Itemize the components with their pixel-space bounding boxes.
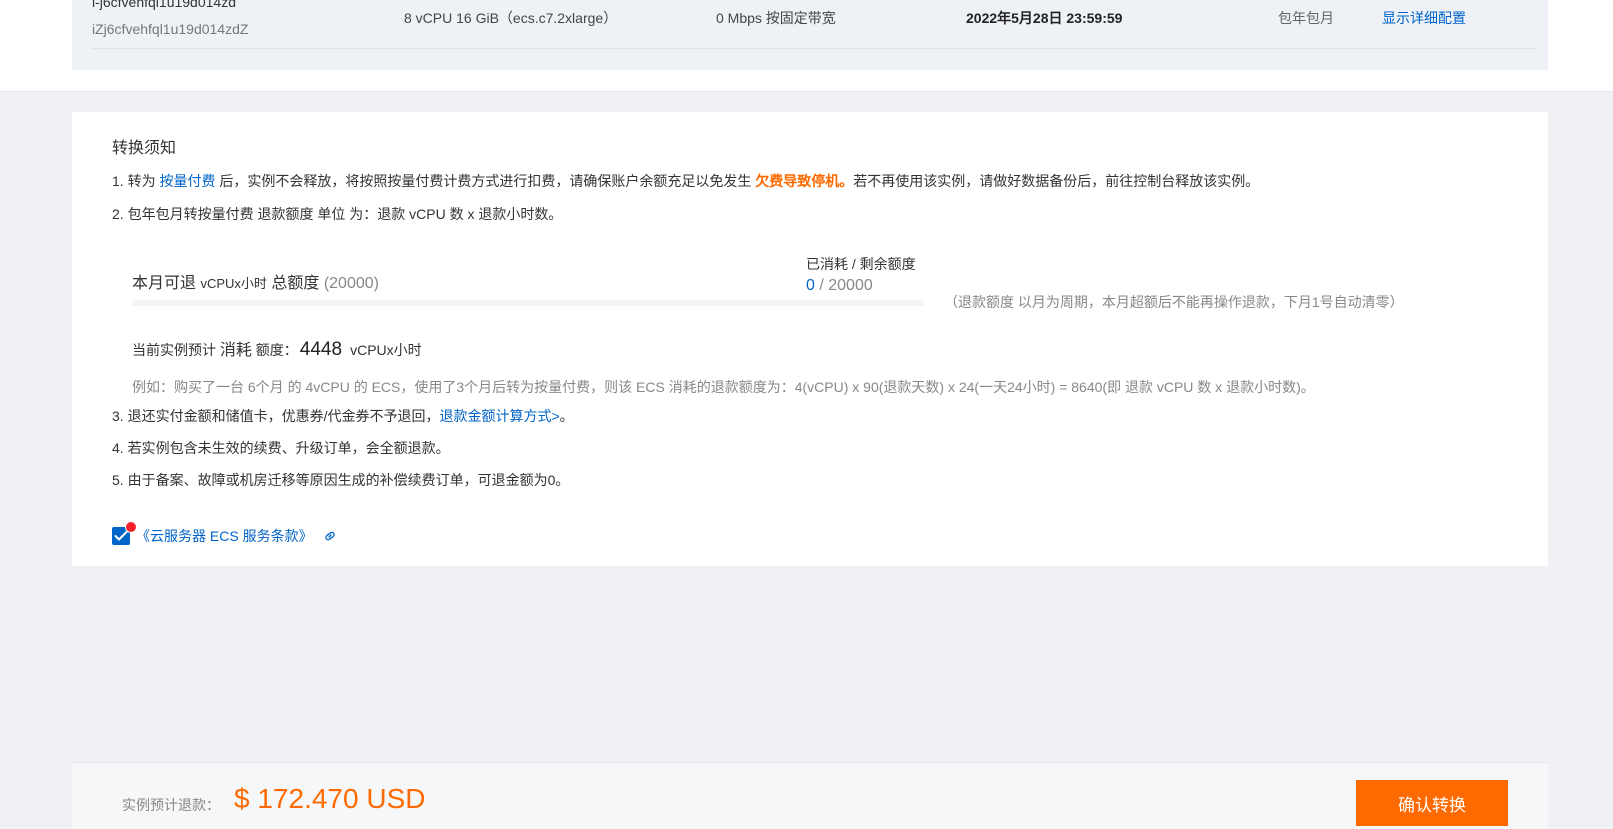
notice-item-1-middle: 后，实例不会释放，将按照按量付费计费方式进行扣费，请确保账户余额充足以免发生 — [215, 173, 756, 189]
checkmark-icon — [114, 531, 128, 541]
external-link-icon[interactable] — [323, 529, 337, 543]
pay-as-you-go-link[interactable]: 按量付费 — [159, 173, 215, 189]
quota-label-prefix: 本月可退 — [132, 275, 201, 292]
row-divider — [92, 48, 1536, 49]
estimated-refund-amount: $ 172.470 USD — [234, 783, 426, 814]
notice-item-3: 3. 退还实付金额和储值卡，优惠券/代金券不予退回，退款金额计算方式>。 — [112, 406, 574, 426]
quota-separator: / — [814, 277, 829, 294]
notice-item-5: 5. 由于备案、故障或机房迁移等原因生成的补偿续费订单，可退金额为0。 — [112, 472, 570, 488]
conversion-notice-card: 转换须知 1. 转为 按量付费 后，实例不会释放，将按照按量付费计费方式进行扣费… — [72, 112, 1548, 566]
instance-bandwidth: 0 Mbps 按固定带宽 — [716, 10, 836, 26]
show-detail-config-link[interactable]: 显示详细配置 — [1382, 8, 1466, 28]
quota-label-unit: vCPUx小时 — [200, 276, 267, 291]
quota-period-hint: （退款额度 以月为周期，本月超额后不能再操作退款，下月1号自动清零） — [944, 294, 1404, 310]
notice-item-4: 4. 若实例包含未生效的续费、升级订单，会全额退款。 — [112, 440, 450, 456]
notice-item-1: 1. 转为 按量付费 后，实例不会释放，将按照按量付费计费方式进行扣费，请确保账… — [112, 171, 1259, 191]
quota-used: 0 — [806, 277, 815, 294]
notice-item-1-suffix: 若不再使用该实例，请做好数据备份后，前往控制台释放该实例。 — [853, 173, 1260, 189]
notice-item-3-suffix: 。 — [559, 408, 574, 424]
monthly-quota-label: 本月可退 vCPUx小时 总额度 (20000) — [132, 269, 379, 293]
quota-label-suffix: 总额度 — [266, 275, 324, 292]
terms-agreement: 《云服务器 ECS 服务条款》 — [112, 521, 337, 546]
notice-item-2: 2. 包年包月转按量付费 退款额度 单位 为：退款 vCPU 数 x 退款小时数… — [112, 206, 563, 222]
notice-item-3-text: 3. 退还实付金额和储值卡，优惠券/代金券不予退回， — [112, 408, 440, 424]
confirm-conversion-button[interactable]: 确认转换 — [1356, 780, 1508, 826]
ecs-terms-link[interactable]: 《云服务器 ECS 服务条款》 — [136, 526, 313, 546]
instance-billing-type: 包年包月 — [1278, 10, 1334, 26]
instance-name: iZj6cfvehfql1u19d014zdZ — [92, 21, 249, 37]
estimate-value: 4448 — [299, 339, 343, 360]
quota-remaining: 20000 — [828, 277, 873, 294]
instance-table: i-j6cfvehfql1u19d014zd iZj6cfvehfql1u19d… — [72, 0, 1548, 70]
estimate-consume: 消耗 — [219, 342, 252, 359]
estimate-unit: vCPUx小时 — [350, 342, 422, 358]
instance-id[interactable]: i-j6cfvehfql1u19d014zd — [92, 0, 236, 10]
instance-estimate: 当前实例预计 消耗 额度： 4448 vCPUx小时 — [132, 336, 422, 361]
refund-calc-link[interactable]: 退款金额计算方式> — [439, 408, 559, 424]
terms-checkbox[interactable] — [112, 521, 137, 545]
instance-spec: 8 vCPU 16 GiB（ecs.c7.2xlarge） — [404, 10, 618, 26]
quota-progress-bar — [132, 300, 924, 306]
estimate-prefix: 当前实例预计 — [132, 342, 220, 358]
refund-footer: 实例预计退款： $ 172.470 USD 确认转换 — [72, 762, 1548, 829]
used-remaining-header: 已消耗 / 剩余额度 — [806, 256, 916, 272]
notification-dot — [125, 521, 137, 533]
quota-example-text: 例如：购买了一台 6个月 的 4vCPU 的 ECS，使用了3个月后转为按量付费… — [132, 379, 1315, 395]
instance-section: i-j6cfvehfql1u19d014zd iZj6cfvehfql1u19d… — [0, 0, 1613, 92]
notice-item-1-prefix: 1. 转为 — [112, 173, 160, 189]
used-remaining-values: 0 / 20000 — [806, 277, 873, 295]
overdue-warning: 欠费导致停机。 — [755, 173, 854, 189]
notice-title: 转换须知 — [112, 140, 177, 157]
estimated-refund-label: 实例预计退款： — [122, 797, 220, 813]
quota-total: (20000) — [323, 275, 379, 292]
estimate-middle: 额度： — [251, 342, 298, 358]
instance-expire-time: 2022年5月28日 23:59:59 — [966, 10, 1123, 26]
